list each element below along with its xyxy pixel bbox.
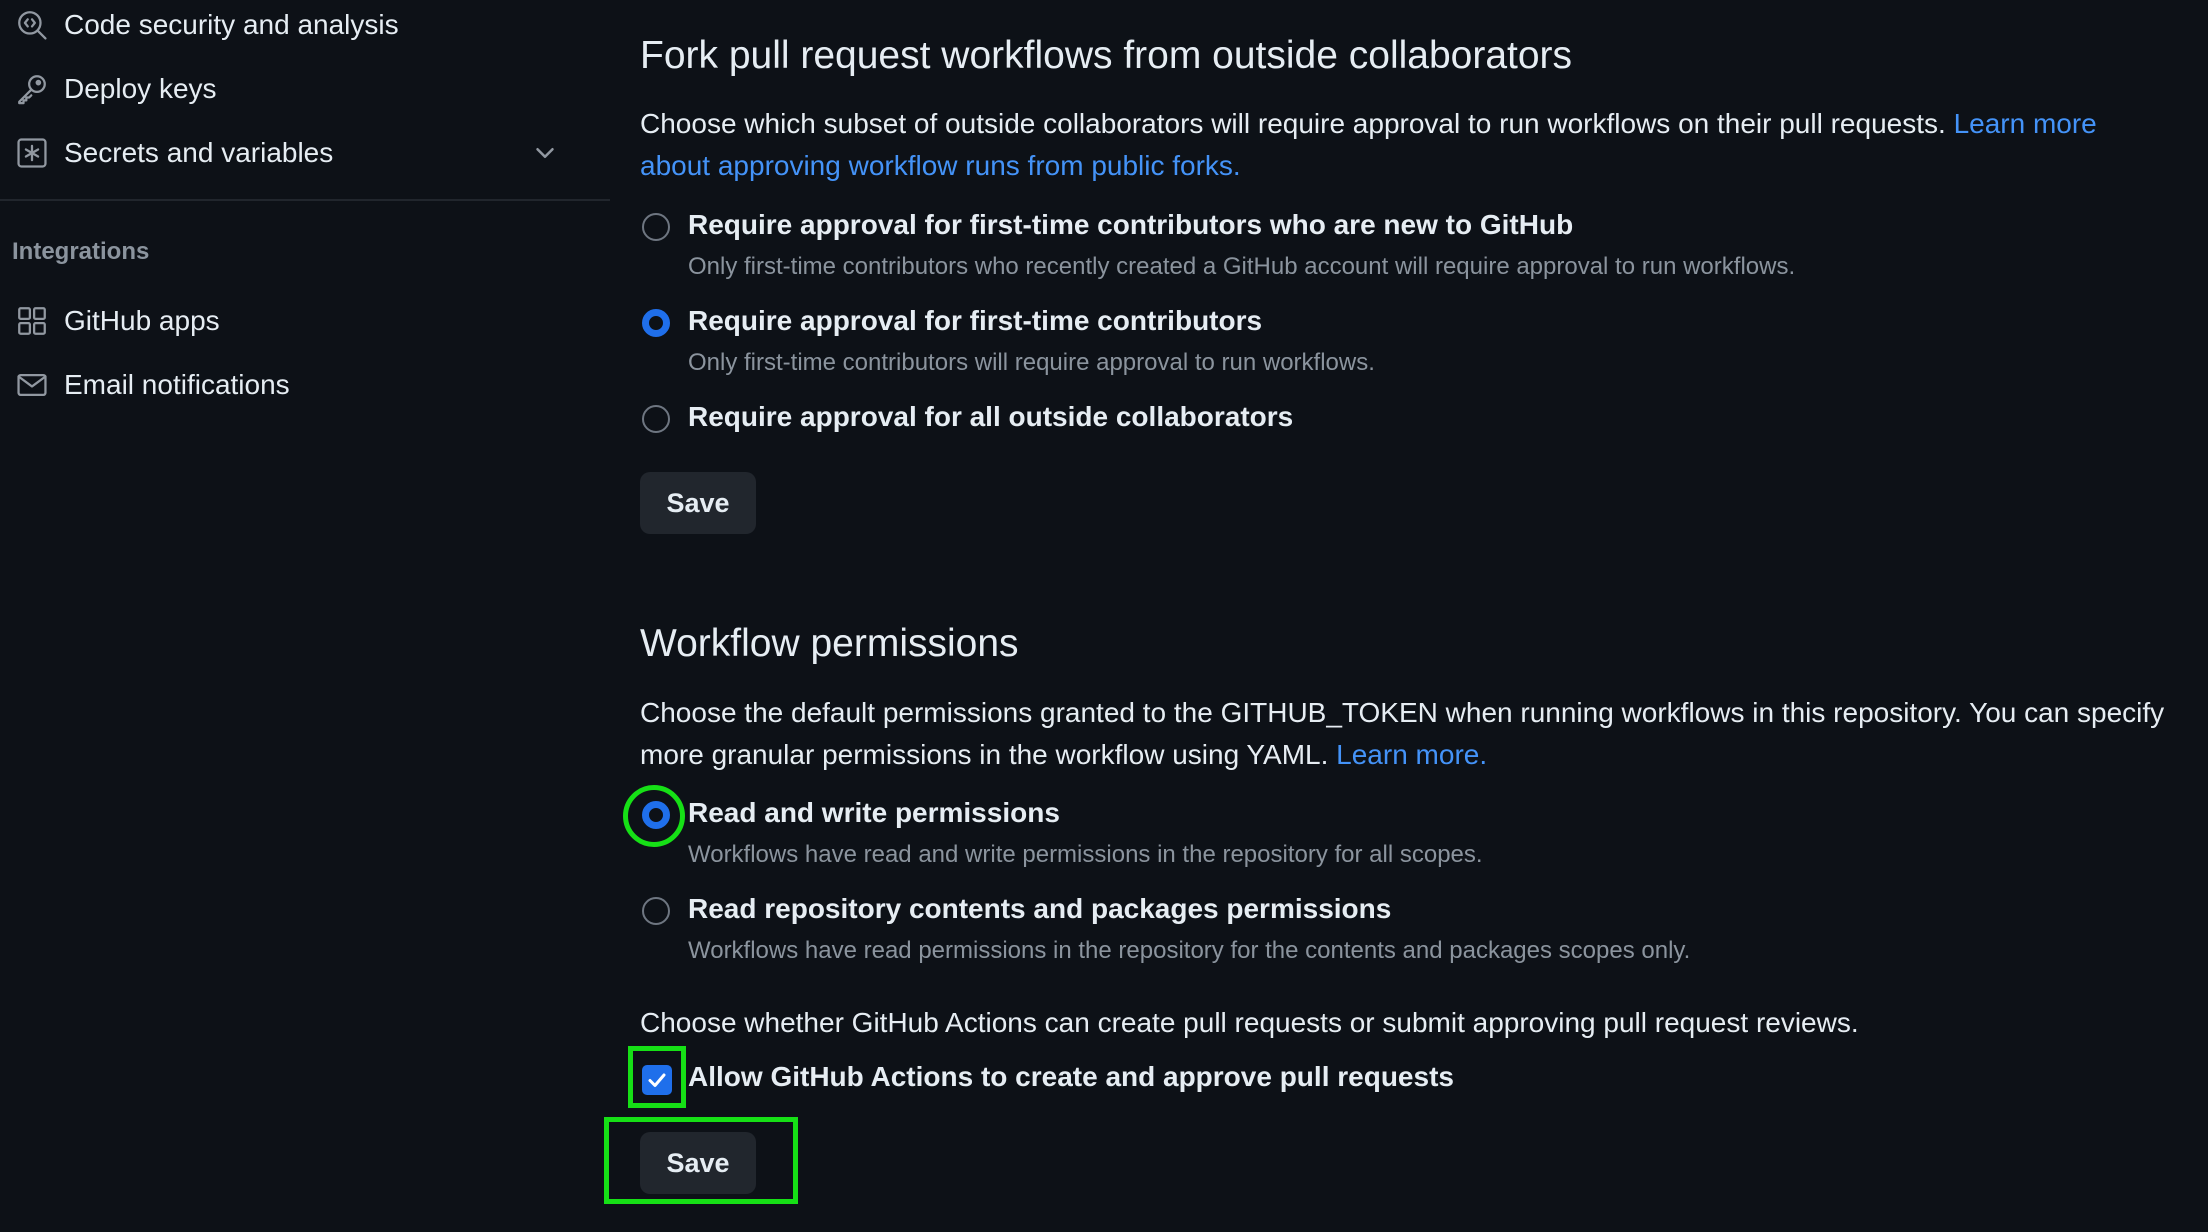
radio-first-time-contributors[interactable] xyxy=(642,309,670,337)
sidebar-item-github-apps[interactable]: GitHub apps xyxy=(0,293,590,349)
highlight-allow-checkbox xyxy=(628,1046,686,1108)
workflow-permissions-description: Choose the default permissions granted t… xyxy=(640,692,2170,776)
radio-new-to-github[interactable] xyxy=(642,213,670,241)
option-description: Only first-time contributors who recentl… xyxy=(688,253,1796,280)
workflow-permissions-title: Workflow permissions xyxy=(640,622,1019,665)
sidebar-item-label: Secrets and variables xyxy=(64,137,334,168)
fork-save-button[interactable]: Save xyxy=(640,472,756,534)
option-title[interactable]: Require approval for all outside collabo… xyxy=(688,401,1293,433)
fork-section-description: Choose which subset of outside collabora… xyxy=(640,103,2170,187)
option-description: Workflows have read permissions in the r… xyxy=(688,937,1691,964)
radio-all-outside-collaborators[interactable] xyxy=(642,405,670,433)
highlight-read-write-radio xyxy=(623,785,685,847)
sidebar-item-label: Email notifications xyxy=(64,369,290,400)
fork-description-text: Choose which subset of outside collabora… xyxy=(640,108,1946,139)
sidebar-item-email-notifications[interactable]: Email notifications xyxy=(0,357,590,413)
highlight-save-button xyxy=(604,1117,798,1204)
sidebar-item-deploy-keys[interactable]: Deploy keys xyxy=(0,61,590,117)
pr-permission-description: Choose whether GitHub Actions can create… xyxy=(640,1007,1859,1038)
mail-icon xyxy=(14,367,50,403)
sidebar-divider xyxy=(0,199,610,201)
option-description: Only first-time contributors will requir… xyxy=(688,349,1375,376)
option-title[interactable]: Read and write permissions xyxy=(688,797,1060,829)
option-title[interactable]: Require approval for first-time contribu… xyxy=(688,305,1262,337)
option-title[interactable]: Read repository contents and packages pe… xyxy=(688,893,1391,925)
chevron-down-icon[interactable] xyxy=(530,138,560,168)
key-asterisk-icon xyxy=(14,135,50,171)
sidebar-item-code-security[interactable]: Code security and analysis xyxy=(0,0,590,53)
sidebar-item-label: Deploy keys xyxy=(64,73,217,104)
sidebar-item-label: GitHub apps xyxy=(64,305,220,336)
learn-more-link[interactable]: Learn more. xyxy=(1336,739,1487,770)
option-title[interactable]: Require approval for first-time contribu… xyxy=(688,209,1573,241)
key-icon xyxy=(14,71,50,107)
fork-section-title: Fork pull request workflows from outside… xyxy=(640,34,1573,77)
settings-sidebar: Code security and analysis Deploy keys S… xyxy=(0,0,610,1232)
checkbox-label[interactable]: Allow GitHub Actions to create and appro… xyxy=(688,1061,1454,1093)
codescan-icon xyxy=(14,7,50,43)
radio-read-repository-permissions[interactable] xyxy=(642,897,670,925)
option-description: Workflows have read and write permission… xyxy=(688,841,1483,868)
sidebar-item-label: Code security and analysis xyxy=(64,9,399,40)
sidebar-item-secrets-and-variables[interactable]: Secrets and variables xyxy=(0,125,590,181)
apps-icon xyxy=(14,303,50,339)
sidebar-heading-integrations: Integrations xyxy=(12,238,150,265)
